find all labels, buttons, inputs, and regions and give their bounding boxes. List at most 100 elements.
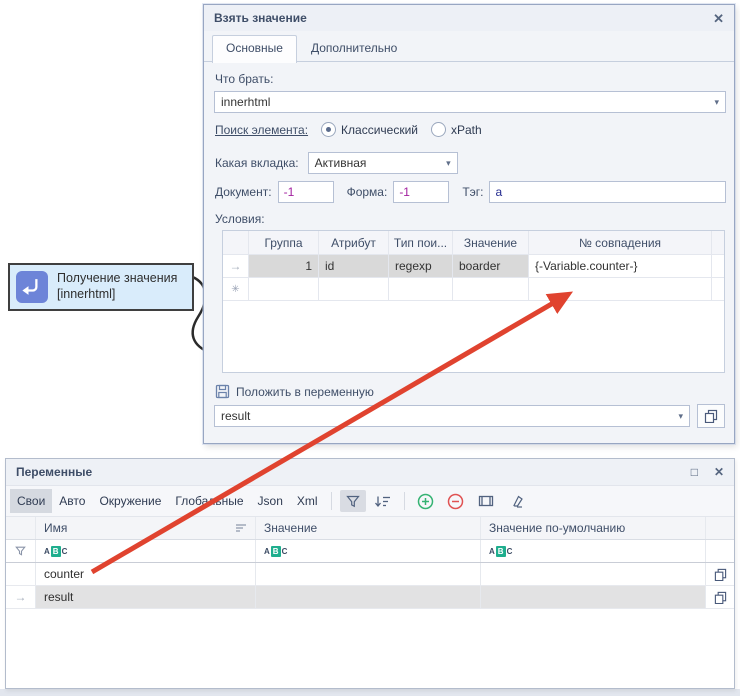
result-variable-value: result	[221, 409, 250, 423]
col-search-type[interactable]: Тип пои...	[389, 231, 453, 254]
result-variable-combobox[interactable]: result ▾	[214, 405, 690, 427]
which-tab-combobox[interactable]: Активная ▾	[308, 152, 458, 174]
variables-title: Переменные	[16, 465, 92, 479]
abc-filter-icon: ABC	[489, 546, 512, 557]
filter-funnel-icon	[346, 495, 360, 508]
col-match-number[interactable]: № совпадения	[529, 231, 712, 254]
conditions-header-row: Группа Атрибут Тип пои... Значение № сов…	[223, 231, 724, 255]
conditions-label: Условия:	[215, 212, 265, 226]
maximize-icon[interactable]: □	[691, 466, 698, 478]
col-attribute[interactable]: Атрибут	[319, 231, 389, 254]
vars-tab-xml[interactable]: Xml	[290, 489, 325, 513]
dialog-titlebar: Взять значение ✕	[204, 5, 734, 31]
copy-icon	[714, 591, 727, 604]
condition-group[interactable]: 1	[249, 255, 319, 277]
document-input[interactable]: -1	[278, 181, 334, 203]
copy-variable-button[interactable]	[697, 404, 725, 428]
chevron-down-icon: ▾	[714, 97, 719, 108]
current-row-arrow-icon: →	[223, 255, 249, 277]
fit-columns-button[interactable]	[473, 490, 499, 512]
condition-match-number[interactable]: {-Variable.counter-}	[529, 255, 712, 277]
minus-circle-icon	[447, 493, 464, 510]
eraser-icon	[508, 495, 523, 508]
copy-icon	[704, 409, 718, 423]
element-search-link[interactable]: Поиск элемента:	[215, 123, 308, 137]
conditions-table: Группа Атрибут Тип пои... Значение № сов…	[222, 230, 725, 373]
which-tab-value: Активная	[315, 156, 367, 170]
variables-header-row: Имя Значение Значение по-умолчанию	[6, 517, 734, 540]
radio-xpath-label: xPath	[451, 123, 482, 137]
tab-additional[interactable]: Дополнительно	[297, 35, 411, 63]
vars-tab-json[interactable]: Json	[251, 489, 290, 513]
close-icon[interactable]: ✕	[713, 12, 724, 25]
document-form-tag-row: Документ: -1 Форма: -1 Тэг: a	[215, 181, 726, 203]
filter-button[interactable]	[340, 490, 366, 512]
condition-row[interactable]: → 1 id regexp boarder {-Variable.counter…	[223, 255, 724, 278]
remove-variable-button[interactable]	[443, 490, 469, 512]
radio-classic[interactable]: Классический	[321, 122, 418, 137]
copy-variable-button[interactable]	[706, 586, 734, 608]
new-condition-row[interactable]: ✳	[223, 278, 724, 301]
row-marker-header	[6, 517, 36, 539]
copy-variable-button[interactable]	[706, 563, 734, 585]
col-default[interactable]: Значение по-умолчанию	[481, 517, 706, 539]
variable-value[interactable]	[256, 586, 481, 608]
vars-tab-auto[interactable]: Авто	[52, 489, 92, 513]
variable-row-result[interactable]: → result	[6, 586, 734, 609]
tag-input[interactable]: a	[489, 181, 726, 203]
form-input[interactable]: -1	[393, 181, 449, 203]
vars-tab-environment[interactable]: Окружение	[92, 489, 168, 513]
variable-name[interactable]: counter	[36, 563, 256, 585]
node-label-line2: [innerhtml]	[57, 287, 177, 303]
variable-value[interactable]	[256, 563, 481, 585]
variables-panel: Переменные □ ✕ Свои Авто Окружение Глоба…	[5, 458, 735, 689]
col-name-label: Имя	[44, 521, 67, 535]
vars-tab-own[interactable]: Свои	[10, 489, 52, 513]
vars-tab-global[interactable]: Глобальные	[168, 489, 250, 513]
node-label-line1: Получение значения	[57, 271, 177, 287]
sort-descending-icon	[374, 495, 391, 508]
variable-default[interactable]	[481, 563, 706, 585]
condition-attribute[interactable]: id	[319, 255, 389, 277]
what-to-take-value: innerhtml	[221, 95, 270, 109]
condition-value[interactable]: boarder	[453, 255, 529, 277]
variables-filter-row: ABC ABC ABC	[6, 540, 734, 563]
variable-default[interactable]	[481, 586, 706, 608]
filter-value-cell[interactable]: ABC	[256, 540, 481, 562]
plus-circle-icon	[417, 493, 434, 510]
which-tab-row: Какая вкладка: Активная ▾	[215, 152, 458, 174]
col-name[interactable]: Имя	[36, 517, 256, 539]
clear-button[interactable]	[503, 490, 529, 512]
action-node-get-value[interactable]: Получение значения [innerhtml]	[8, 263, 194, 311]
which-tab-label: Какая вкладка:	[215, 156, 299, 170]
sort-button[interactable]	[370, 490, 396, 512]
condition-search-type[interactable]: regexp	[389, 255, 453, 277]
close-icon[interactable]: ✕	[714, 466, 724, 478]
radio-xpath-button[interactable]	[431, 122, 446, 137]
result-variable-row: result ▾	[214, 404, 726, 428]
copy-icon	[714, 568, 727, 581]
page-background-strip	[0, 689, 740, 696]
what-to-take-label: Что брать:	[215, 72, 273, 86]
radio-xpath[interactable]: xPath	[431, 122, 482, 137]
col-group[interactable]: Группа	[249, 231, 319, 254]
col-value[interactable]: Значение	[256, 517, 481, 539]
variable-row-counter[interactable]: counter	[6, 563, 734, 586]
toolbar-separator	[404, 492, 405, 510]
put-to-variable-label: Положить в переменную	[236, 385, 374, 399]
variables-toolbar: Свои Авто Окружение Глобальные Json Xml	[6, 486, 734, 517]
filter-default-cell[interactable]: ABC	[481, 540, 706, 562]
add-variable-button[interactable]	[413, 490, 439, 512]
variable-name[interactable]: result	[36, 586, 256, 608]
column-frame-icon	[478, 495, 494, 507]
col-value[interactable]: Значение	[453, 231, 529, 254]
filter-name-cell[interactable]: ABC	[36, 540, 256, 562]
tab-main[interactable]: Основные	[212, 35, 297, 63]
what-to-take-combobox[interactable]: innerhtml ▾	[214, 91, 726, 113]
toolbar-separator	[331, 492, 332, 510]
radio-classic-button[interactable]	[321, 122, 336, 137]
dialog-tabs: Основные Дополнительно	[212, 35, 411, 62]
abc-filter-icon: ABC	[264, 546, 287, 557]
document-label: Документ:	[215, 185, 272, 199]
form-label: Форма:	[347, 185, 388, 199]
